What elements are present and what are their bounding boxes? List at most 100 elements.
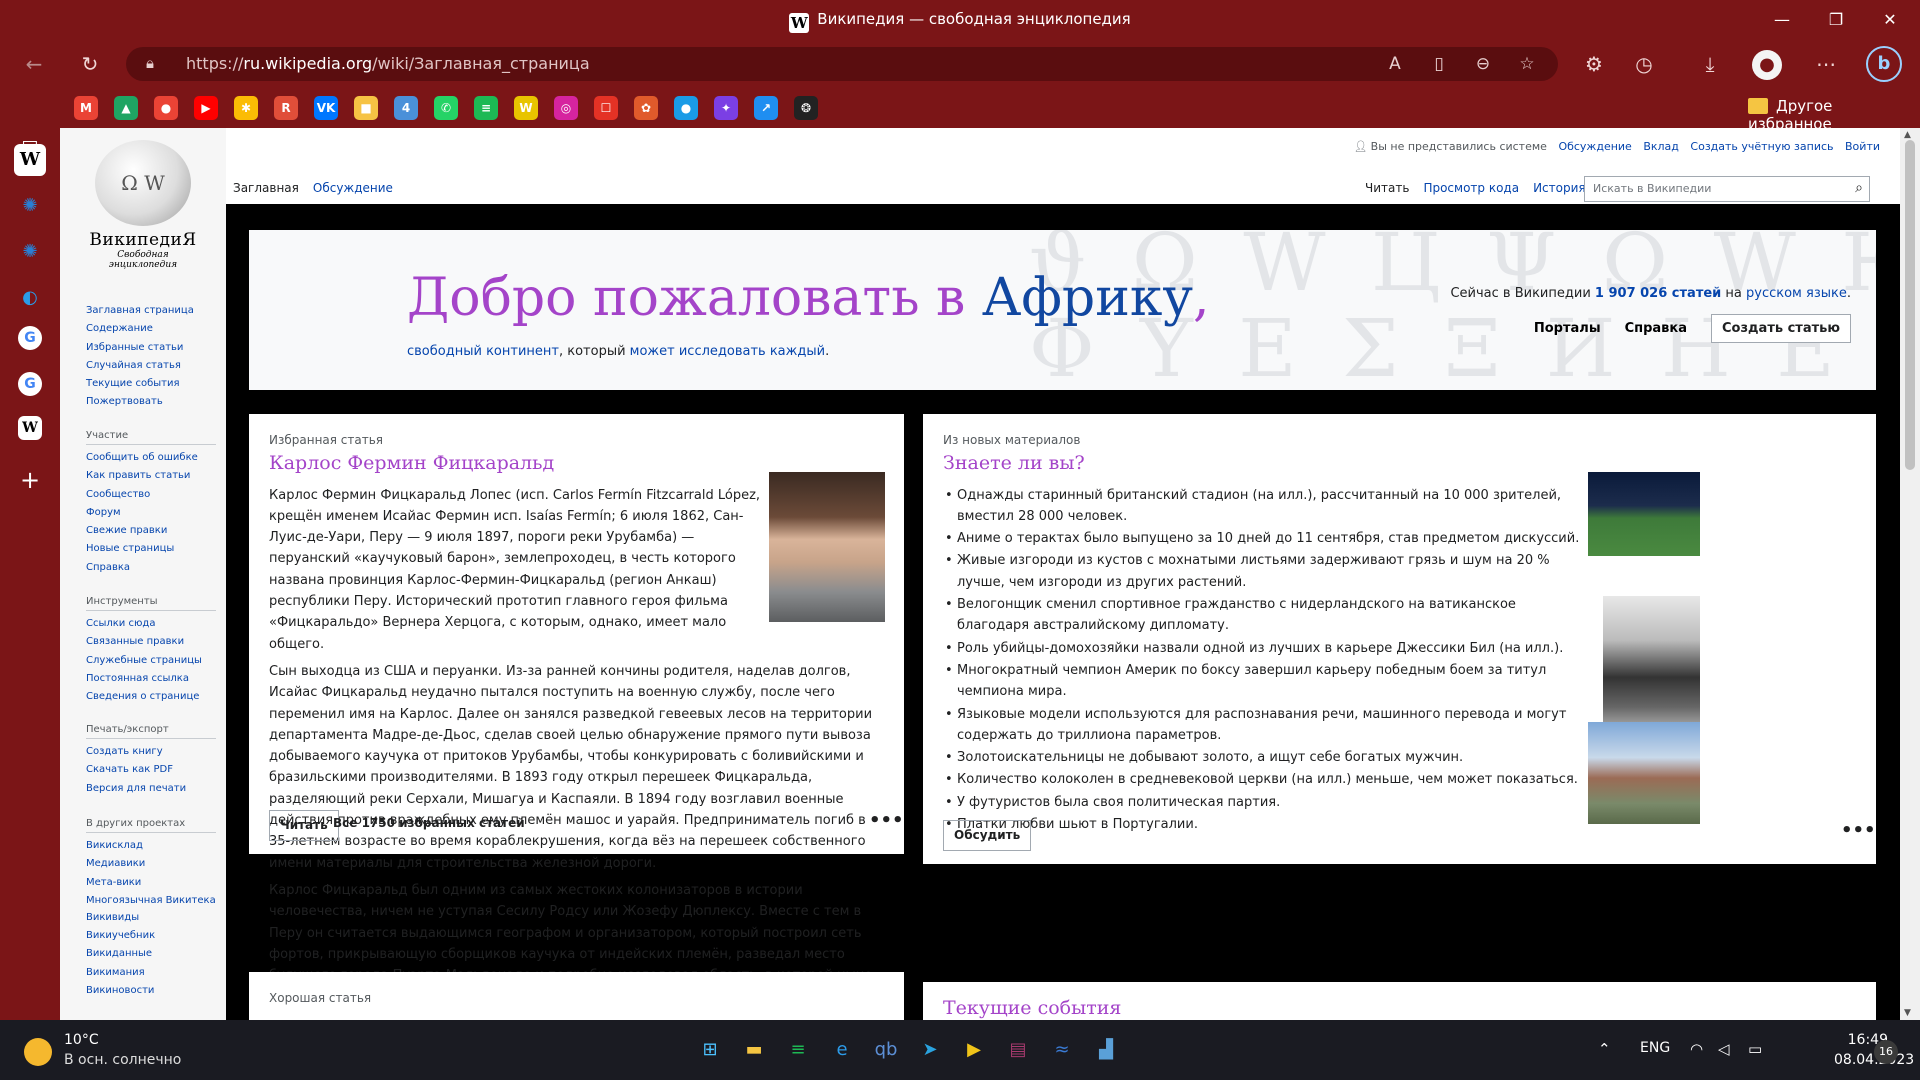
- favorite-add-icon[interactable]: ☆: [1514, 51, 1540, 77]
- nav-main-link[interactable]: Текущие события: [86, 375, 216, 393]
- taskbar-app-chart-icon[interactable]: ▟: [1088, 1032, 1124, 1068]
- wifi-icon[interactable]: ◠: [1690, 1040, 1703, 1058]
- profile-icon[interactable]: ●: [1752, 50, 1782, 80]
- notification-badge[interactable]: 16: [1874, 1040, 1898, 1064]
- more-options-icon[interactable]: •••: [869, 810, 904, 831]
- taskbar-start-icon[interactable]: ⊞: [692, 1032, 728, 1068]
- nav-participation-link[interactable]: Сообщить об ошибке: [86, 449, 216, 467]
- stadium-photo[interactable]: [1588, 472, 1700, 556]
- nav-project-link[interactable]: Мета-вики: [86, 874, 216, 892]
- russian-language-link[interactable]: русском языке: [1746, 286, 1847, 301]
- bookmark-app-star-icon[interactable]: ✿: [634, 96, 658, 120]
- maximize-button[interactable]: ❐: [1816, 6, 1856, 34]
- read-featured-button[interactable]: Читать: [269, 810, 339, 842]
- nav-project-link[interactable]: Викимания: [86, 964, 216, 982]
- nav-project-link[interactable]: Многоязычная Викитека: [86, 894, 216, 907]
- vertical-tab-wikipedia[interactable]: W: [14, 144, 46, 176]
- bookmark-maps-icon[interactable]: ●: [154, 96, 178, 120]
- url-text[interactable]: https://ru.wikipedia.org/wiki/Заглавная_…: [186, 54, 590, 73]
- nav-participation-link[interactable]: Форум: [86, 504, 216, 522]
- bookmark-openai-icon[interactable]: ❂: [794, 96, 818, 120]
- downloads-icon[interactable]: ⤓: [1696, 50, 1724, 78]
- personal-contrib-link[interactable]: Вклад: [1643, 140, 1679, 153]
- nav-project-link[interactable]: Викиданные: [86, 945, 216, 963]
- nav-tools-link[interactable]: Сведения о странице: [86, 690, 216, 703]
- bookmark-photos-icon[interactable]: ✱: [234, 96, 258, 120]
- bookmark-app-puzzle-icon[interactable]: ✦: [714, 96, 738, 120]
- scrollbar-thumb[interactable]: [1905, 140, 1915, 470]
- search-icon[interactable]: ⌕: [1855, 180, 1863, 196]
- nav-tools-link[interactable]: Постоянная ссылка: [86, 670, 216, 688]
- bookmark-instagram-icon[interactable]: ◎: [554, 96, 578, 120]
- volume-icon[interactable]: ◁: [1718, 1040, 1730, 1058]
- taskbar-telegram-icon[interactable]: ➤: [912, 1032, 948, 1068]
- bookmark-app-r-icon[interactable]: R: [274, 96, 298, 120]
- portals-link[interactable]: Порталы: [1534, 321, 1601, 336]
- nav-participation-link[interactable]: Новые страницы: [86, 540, 216, 558]
- history-icon[interactable]: ◷: [1630, 50, 1658, 78]
- taskbar-edge-icon[interactable]: e: [824, 1032, 860, 1068]
- bookmark-spotify-icon[interactable]: ≡: [474, 96, 498, 120]
- taskbar-winrar-icon[interactable]: ▤: [1000, 1032, 1036, 1068]
- lock-icon[interactable]: 🔒︎: [146, 54, 154, 72]
- nav-project-link[interactable]: Викиновости: [86, 982, 216, 1000]
- scroll-up-icon[interactable]: ▲: [1904, 130, 1911, 140]
- tab-history[interactable]: История: [1526, 172, 1593, 204]
- immersive-reader-icon[interactable]: ▯: [1426, 51, 1452, 77]
- more-icon[interactable]: ⋯: [1812, 50, 1840, 78]
- tab-discussion[interactable]: Обсуждение: [306, 172, 400, 204]
- nav-main-link[interactable]: Содержание: [86, 320, 216, 338]
- read-aloud-icon[interactable]: A: [1382, 51, 1408, 77]
- bookmark-notes-icon[interactable]: ■: [354, 96, 378, 120]
- tab-main-page[interactable]: Заглавная: [226, 172, 306, 204]
- free-continent-link[interactable]: свободный континент: [407, 344, 559, 359]
- nav-project-link[interactable]: Викисклад: [86, 837, 216, 855]
- bookmark-aliexpress-icon[interactable]: ☐: [594, 96, 618, 120]
- nav-tools-link[interactable]: Ссылки сюда: [86, 615, 216, 633]
- vertical-tab-wikimedia-1[interactable]: ✺: [14, 190, 46, 222]
- nav-participation-link[interactable]: Как править статьи: [86, 467, 216, 485]
- nav-main-link[interactable]: Заглавная страница: [86, 302, 216, 320]
- page-scrollbar[interactable]: ▲ ▼: [1900, 128, 1920, 1020]
- help-link[interactable]: Справка: [1625, 321, 1687, 336]
- dyk-title[interactable]: Знаете ли вы?: [943, 452, 1583, 474]
- bookmark-app-4-icon[interactable]: 4: [394, 96, 418, 120]
- bookmark-drive-icon[interactable]: ▲: [114, 96, 138, 120]
- nav-print-link[interactable]: Создать книгу: [86, 743, 216, 761]
- address-bar[interactable]: 🔒︎ https://ru.wikipedia.org/wiki/Заглавн…: [126, 47, 1558, 81]
- vertical-tab-wikimedia-2[interactable]: ✺: [14, 236, 46, 268]
- bookmark-youtube-icon[interactable]: ▶: [194, 96, 218, 120]
- bookmark-vk-icon[interactable]: VK: [314, 96, 338, 120]
- taskbar-explorer-icon[interactable]: ▬: [736, 1032, 772, 1068]
- nav-print-link[interactable]: Версия для печати: [86, 780, 216, 798]
- back-icon[interactable]: ←: [20, 50, 48, 78]
- featured-photo[interactable]: [769, 472, 885, 622]
- taskbar-spotify-icon[interactable]: ≡: [780, 1032, 816, 1068]
- nav-tools-link[interactable]: Связанные правки: [86, 633, 216, 651]
- personal-talk-link[interactable]: Обсуждение: [1558, 140, 1631, 153]
- nav-project-link[interactable]: Викиучебник: [86, 927, 216, 945]
- bookmark-app-dart-icon[interactable]: ↗: [754, 96, 778, 120]
- bookmark-whatsapp-icon[interactable]: ✆: [434, 96, 458, 120]
- search-input[interactable]: Искать в Википедии ⌕: [1584, 176, 1870, 202]
- africa-link[interactable]: Африку: [982, 268, 1193, 328]
- all-featured-link[interactable]: Все 1750 избранных статей: [333, 813, 525, 834]
- nav-project-link[interactable]: Викивиды: [86, 909, 216, 927]
- bookmark-app-dots-icon[interactable]: ●: [674, 96, 698, 120]
- nav-main-link[interactable]: Случайная статья: [86, 357, 216, 375]
- church-photo[interactable]: [1588, 722, 1700, 824]
- nav-tools-link[interactable]: Служебные страницы: [86, 652, 216, 670]
- extensions-icon[interactable]: ⚙: [1580, 50, 1608, 78]
- vertical-tab-google-2[interactable]: G: [18, 372, 42, 396]
- nav-participation-link[interactable]: Свежие правки: [86, 522, 216, 540]
- discuss-button[interactable]: Обсудить: [943, 820, 1032, 852]
- article-count-link[interactable]: 1 907 026 статей: [1595, 286, 1721, 301]
- battery-icon[interactable]: ▭: [1748, 1040, 1762, 1058]
- nav-project-link[interactable]: Медиавики: [86, 855, 216, 873]
- refresh-icon[interactable]: ↻: [76, 50, 104, 78]
- bookmark-gmail-icon[interactable]: M: [74, 96, 98, 120]
- taskbar-qbittorrent-icon[interactable]: qb: [868, 1032, 904, 1068]
- nav-participation-link[interactable]: Справка: [86, 559, 216, 577]
- new-tab-icon[interactable]: +: [14, 464, 46, 496]
- zoom-icon[interactable]: ⊖: [1470, 51, 1496, 77]
